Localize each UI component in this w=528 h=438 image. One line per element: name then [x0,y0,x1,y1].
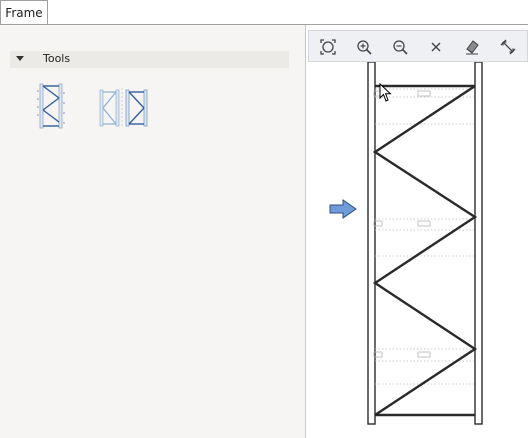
collapse-caret-icon[interactable] [16,56,24,61]
preview-toolbar [308,30,528,62]
zoom-out-icon [393,40,408,55]
double-frame-icon [99,88,148,128]
tools-section-title: Tools [43,52,71,65]
mouse-cursor-icon [379,83,392,102]
measure-icon [500,39,516,55]
zoom-extents-icon [320,39,336,55]
tools-section-header[interactable]: Tools [10,51,289,68]
tab-bar [0,0,528,24]
single-frame-icon [37,83,65,129]
zoom-extents-button[interactable] [316,35,340,59]
tab-frame[interactable]: Frame [0,0,48,24]
zoom-in-icon [357,40,372,55]
tool-double-frame[interactable] [98,88,152,131]
eraser-button[interactable] [460,35,484,59]
measure-button[interactable] [496,35,520,59]
tool-single-frame[interactable] [37,82,67,133]
arrow-right-icon [329,199,357,219]
close-icon [431,42,441,52]
zoom-out-button[interactable] [388,35,412,59]
frame-elevation-drawing [367,62,483,425]
close-button[interactable] [424,35,448,59]
zoom-in-button[interactable] [352,35,376,59]
eraser-icon [466,40,479,55]
